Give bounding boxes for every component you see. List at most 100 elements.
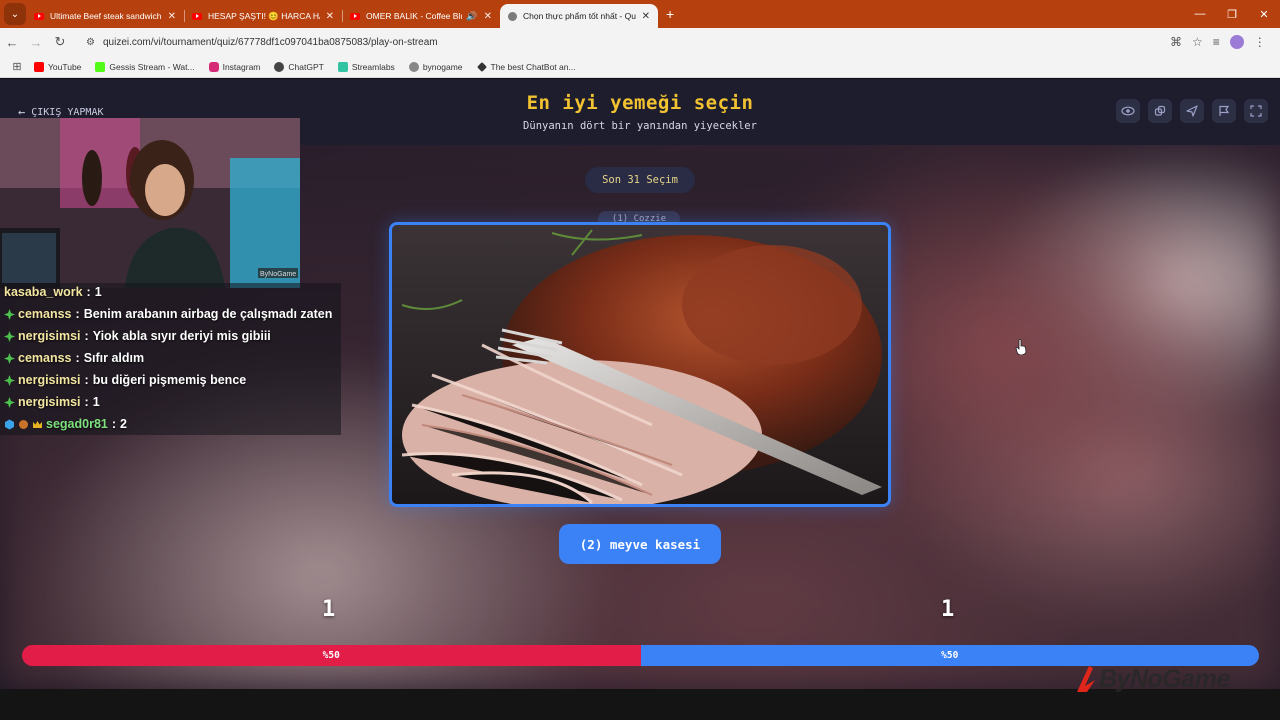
watermark-text: ByNoGame bbox=[1099, 664, 1230, 693]
bookmark-label: YouTube bbox=[48, 61, 82, 72]
chatbot-icon bbox=[476, 61, 487, 72]
sub-badge-icon bbox=[4, 308, 15, 320]
chat-message: cemanss : Sıfır aldım bbox=[4, 351, 144, 365]
chat-message: kasaba_work : 1 bbox=[4, 285, 102, 299]
close-window-icon[interactable]: ✕ bbox=[1248, 0, 1280, 28]
forward-arrow-icon[interactable]: → bbox=[24, 35, 48, 50]
browser-tab-2[interactable]: HESAP ŞAŞTI! 😊 HARCA HARI ✕ bbox=[184, 4, 342, 28]
chat-separator: : bbox=[111, 417, 117, 431]
more-menu-icon[interactable]: ⋮ bbox=[1254, 35, 1266, 49]
chat-username: kasaba_work bbox=[4, 285, 83, 299]
fullscreen-icon[interactable] bbox=[1244, 99, 1268, 123]
chat-username: cemanss bbox=[18, 307, 72, 321]
speaker-icon[interactable]: 🔊 bbox=[466, 11, 477, 22]
youtube-icon bbox=[34, 61, 44, 72]
close-icon[interactable]: ✕ bbox=[484, 11, 492, 22]
chat-separator: : bbox=[86, 285, 91, 299]
tab-title: HESAP ŞAŞTI! 😊 HARCA HARI bbox=[208, 10, 320, 21]
food-image-card[interactable] bbox=[389, 222, 891, 507]
bookmark-label: Gessis Stream - Wat... bbox=[109, 61, 195, 72]
chatgpt-icon bbox=[274, 61, 285, 72]
chat-message: segad0r81 : 2 bbox=[4, 417, 127, 431]
browser-tab-bar: ⌄ Ultimate Beef steak sandwichi ✕ HESAP … bbox=[0, 0, 1280, 28]
chat-separator: : bbox=[84, 373, 89, 387]
chat-text: Benim arabanın airbag de çalışmadı zaten bbox=[83, 307, 333, 321]
youtube-icon bbox=[34, 12, 44, 20]
left-vote-count: 1 bbox=[322, 597, 336, 622]
sub-badge-icon bbox=[4, 352, 15, 364]
chat-text: 1 bbox=[92, 395, 100, 409]
bookmark-youtube[interactable]: YouTube bbox=[34, 61, 82, 72]
chat-username: nergisimsi bbox=[18, 329, 81, 343]
minimize-icon[interactable]: — bbox=[1184, 0, 1216, 28]
flag-icon[interactable] bbox=[1212, 99, 1236, 123]
bookmark-bynogame[interactable]: bynogame bbox=[408, 61, 463, 72]
bookmark-label: bynogame bbox=[422, 61, 463, 72]
instagram-icon bbox=[208, 61, 219, 72]
translate-icon[interactable]: ⌘ bbox=[1170, 35, 1182, 49]
eye-icon[interactable] bbox=[1116, 99, 1140, 123]
sub-badge-icon bbox=[4, 374, 15, 386]
browser-tab-3[interactable]: OMER BALIK - Coffee Blues 🔊 ✕ bbox=[342, 4, 500, 28]
bookmark-chatgpt[interactable]: ChatGPT bbox=[274, 61, 324, 72]
tab-title: Ultimate Beef steak sandwichi bbox=[50, 11, 162, 21]
reload-icon[interactable]: ↻ bbox=[48, 34, 72, 50]
bookmark-star-icon[interactable]: ☆ bbox=[1192, 35, 1203, 49]
apps-grid-icon[interactable]: ⊞ bbox=[0, 60, 34, 73]
youtube-icon bbox=[192, 12, 202, 20]
chat-separator: : bbox=[75, 307, 80, 321]
restore-icon[interactable]: ❐ bbox=[1216, 0, 1248, 28]
chat-username: nergisimsi bbox=[18, 395, 81, 409]
profile-avatar[interactable] bbox=[1229, 35, 1244, 49]
webcam-tag: ByNoGame bbox=[260, 271, 296, 278]
window-controls: — ❐ ✕ bbox=[1184, 0, 1280, 28]
youtube-icon bbox=[350, 12, 360, 20]
streamer-webcam-image: ByNoGame bbox=[0, 118, 300, 288]
sub-badge-icon bbox=[4, 330, 15, 342]
tab-search-button[interactable]: ⌄ bbox=[4, 3, 26, 25]
chat-username: nergisimsi bbox=[18, 373, 81, 387]
send-icon[interactable] bbox=[1180, 99, 1204, 123]
close-icon[interactable]: ✕ bbox=[642, 11, 650, 22]
chat-username: cemanss bbox=[18, 351, 72, 365]
bynogame-logo-icon bbox=[1077, 666, 1095, 692]
media-icon[interactable]: ≡ bbox=[1213, 35, 1220, 49]
bookmark-kick[interactable]: Gessis Stream - Wat... bbox=[95, 61, 195, 72]
browser-toolbar: ← → ↻ ⚙ quizei.com/vi/tournament/quiz/67… bbox=[0, 28, 1280, 56]
chat-message: nergisimsi : 1 bbox=[4, 395, 100, 409]
copy-link-icon[interactable] bbox=[1148, 99, 1172, 123]
address-bar[interactable]: ⚙ quizei.com/vi/tournament/quiz/67778df1… bbox=[78, 31, 1158, 53]
kick-icon bbox=[95, 61, 106, 72]
bookmark-streamlabs[interactable]: Streamlabs bbox=[337, 61, 395, 72]
chat-message: cemanss : Benim arabanın airbag de çalış… bbox=[4, 307, 332, 321]
bookmark-label: ChatGPT bbox=[288, 61, 324, 72]
page-title: En iyi yemeği seçin bbox=[526, 92, 754, 114]
hand-cursor-icon bbox=[1015, 339, 1027, 355]
close-icon[interactable]: ✕ bbox=[168, 11, 176, 22]
crown-badge-icon bbox=[33, 420, 42, 428]
back-arrow-icon[interactable]: ← bbox=[0, 35, 24, 50]
bookmark-label: The best ChatBot an... bbox=[490, 61, 576, 72]
bookmark-chatbot[interactable]: The best ChatBot an... bbox=[476, 61, 576, 72]
bookmark-label: Streamlabs bbox=[351, 61, 395, 72]
browser-tab-active[interactable]: Chọn thực phẩm tốt nhất - Qu ✕ bbox=[500, 4, 658, 28]
chat-text: Sıfır aldım bbox=[83, 351, 145, 365]
site-info-icon[interactable]: ⚙ bbox=[86, 37, 95, 48]
chat-text: 1 bbox=[94, 285, 102, 299]
chat-separator: : bbox=[84, 329, 89, 343]
tab-title: Chọn thực phẩm tốt nhất - Qu bbox=[523, 11, 636, 21]
bookmark-instagram[interactable]: Instagram bbox=[208, 61, 261, 72]
close-icon[interactable]: ✕ bbox=[326, 11, 334, 22]
choice-button[interactable]: (2) meyve kasesi bbox=[559, 524, 721, 564]
bookmark-label: Instagram bbox=[222, 61, 261, 72]
bookmarks-bar: ⊞ YouTube Gessis Stream - Wat... Instagr… bbox=[0, 56, 1280, 78]
chat-text: bu diğeri pişmemiş bence bbox=[92, 373, 247, 387]
bynogame-icon bbox=[408, 61, 419, 72]
webcam-overlay: ByNoGame bbox=[0, 118, 300, 288]
chat-username: segad0r81 bbox=[46, 417, 108, 431]
right-vote-count: 1 bbox=[941, 597, 955, 622]
new-tab-button[interactable]: + bbox=[666, 6, 674, 22]
globe-icon bbox=[508, 11, 517, 21]
browser-tab-1[interactable]: Ultimate Beef steak sandwichi ✕ bbox=[26, 4, 184, 28]
chat-separator: : bbox=[75, 351, 80, 365]
